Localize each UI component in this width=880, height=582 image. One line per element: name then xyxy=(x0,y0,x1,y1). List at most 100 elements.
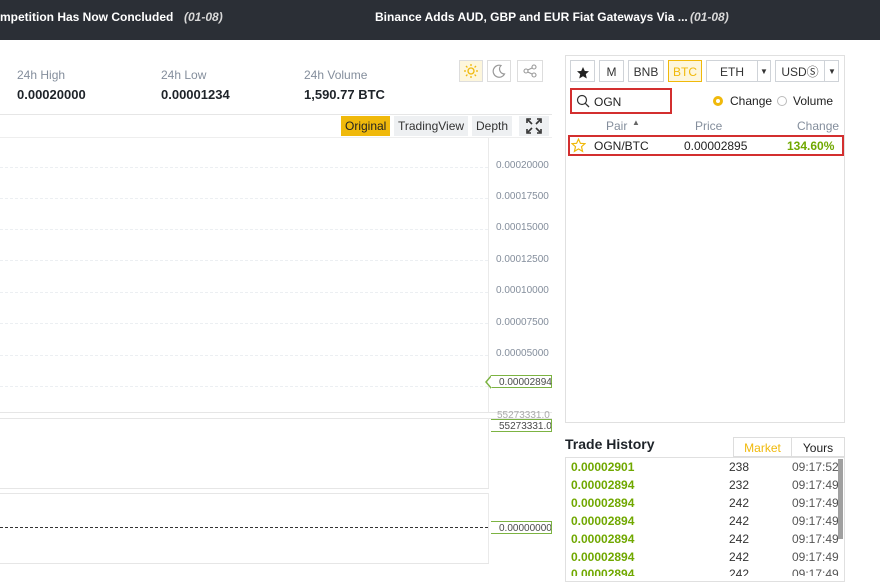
market-btc-button[interactable]: BTC xyxy=(668,60,702,82)
y-axis-label: 0.00005000 xyxy=(496,348,549,359)
indicator-pane-bottom xyxy=(0,563,489,564)
indicator-pane-top xyxy=(0,493,489,494)
trade-row: 0.00002894 242 09:17:49 xyxy=(571,550,841,568)
tab-depth[interactable]: Depth xyxy=(472,116,513,136)
grid-line xyxy=(0,260,488,261)
indicator-axis-divider xyxy=(488,493,489,563)
chart-header-divider xyxy=(0,114,552,115)
caret-down-icon: ▼ xyxy=(760,67,768,76)
trade-time: 09:17:49 xyxy=(792,496,839,510)
y-axis-label: 0.00010000 xyxy=(496,285,549,296)
indicator-price-tag: 0.00000000 xyxy=(491,521,552,534)
chart-axis-divider xyxy=(488,137,489,413)
caret-down-icon: ▼ xyxy=(828,67,836,76)
sun-icon xyxy=(464,64,478,78)
volume-pane-bottom xyxy=(0,488,489,489)
stat-low-label: 24h Low xyxy=(161,68,207,82)
y-axis-label: 0.00017500 xyxy=(496,191,549,202)
trade-price: 0.00002894 xyxy=(571,532,635,546)
trade-amount: 242 xyxy=(729,567,750,576)
trade-time: 09:17:49 xyxy=(792,514,839,528)
favorites-button[interactable] xyxy=(570,60,595,82)
dropdown-divider xyxy=(824,61,825,81)
trade-row: 0.00002894 242 09:17:49 xyxy=(571,567,841,576)
trade-row: 0.00002894 232 09:17:49 xyxy=(571,478,841,496)
volume-axis-divider xyxy=(488,418,489,488)
margin-button[interactable]: M xyxy=(599,60,624,82)
trade-row: 0.00002894 242 09:17:49 xyxy=(571,532,841,550)
trade-history-scrollbar[interactable] xyxy=(838,459,843,539)
market-eth-dropdown[interactable]: ETH ▼ xyxy=(706,60,771,82)
grid-line xyxy=(0,229,488,230)
trade-time: 09:17:49 xyxy=(792,478,839,492)
volume-price-tag: 55273331.0 xyxy=(491,419,552,432)
y-axis-label: 0.00007500 xyxy=(496,317,549,328)
trade-time: 09:17:49 xyxy=(792,550,839,564)
trade-amount: 242 xyxy=(729,532,750,546)
news-item-date: (01-08) xyxy=(690,10,729,24)
tab-original[interactable]: Original xyxy=(341,116,391,136)
sort-volume-label[interactable]: Volume xyxy=(793,94,833,108)
row-change: 134.60% xyxy=(787,139,835,153)
stat-volume-value: 1,590.77 BTC xyxy=(304,87,385,102)
tab-your-trades[interactable]: Yours xyxy=(791,437,845,457)
panel-divider xyxy=(0,412,552,413)
market-eth-label: ETH xyxy=(720,65,744,79)
market-bnb-button[interactable]: BNB xyxy=(628,60,664,82)
sort-change-radio[interactable] xyxy=(713,96,723,106)
row-price: 0.00002895 xyxy=(684,139,748,153)
sort-asc-icon: ▲ xyxy=(632,118,640,127)
market-usd-label: USDⓈ xyxy=(781,65,819,79)
grid-line xyxy=(0,323,488,324)
y-axis-label: 0.00020000 xyxy=(496,160,549,171)
grid-line xyxy=(0,167,488,168)
row-pair: OGN/BTC xyxy=(594,139,649,153)
trade-row: 0.00002894 242 09:17:49 xyxy=(571,496,841,514)
dark-theme-button[interactable] xyxy=(487,60,511,82)
share-button[interactable] xyxy=(517,60,543,82)
news-item-title[interactable]: mpetition Has Now Concluded xyxy=(0,10,173,24)
trade-amount: 238 xyxy=(729,460,750,474)
column-price-header[interactable]: Price xyxy=(695,119,722,133)
search-input-value[interactable]: OGN xyxy=(594,95,621,109)
star-icon xyxy=(576,66,589,79)
sort-change-label[interactable]: Change xyxy=(730,94,772,108)
trade-row: 0.00002894 242 09:17:49 xyxy=(571,514,841,532)
trade-history-title: Trade History xyxy=(565,436,655,452)
stat-low-value: 0.00001234 xyxy=(161,87,230,102)
indicator-zero-line xyxy=(0,527,488,528)
news-item-date: (01-08) xyxy=(184,10,223,24)
last-price-tag: 0.00002894 xyxy=(485,375,552,389)
column-change-header[interactable]: Change xyxy=(797,119,839,133)
trade-price: 0.00002894 xyxy=(571,478,635,492)
grid-line xyxy=(0,198,488,199)
share-icon xyxy=(523,64,537,78)
stat-high-label: 24h High xyxy=(17,68,66,82)
tab-tradingview[interactable]: TradingView xyxy=(394,116,469,136)
trade-amount: 232 xyxy=(729,478,750,492)
trade-time: 09:17:49 xyxy=(792,567,839,576)
trade-price: 0.00002901 xyxy=(571,460,635,474)
grid-line xyxy=(0,355,488,356)
chart-top-border xyxy=(0,137,552,138)
trade-price: 0.00002894 xyxy=(571,567,635,576)
light-theme-button[interactable] xyxy=(459,60,483,82)
trade-price: 0.00002894 xyxy=(571,550,635,564)
fullscreen-icon xyxy=(526,118,542,134)
y-axis-label: 0.00015000 xyxy=(496,222,549,233)
sort-volume-radio[interactable] xyxy=(777,96,787,106)
favorite-star-icon[interactable] xyxy=(570,137,587,156)
grid-line xyxy=(0,292,488,293)
stat-volume-label: 24h Volume xyxy=(304,68,368,82)
fullscreen-button[interactable] xyxy=(519,116,549,136)
search-icon xyxy=(576,94,590,111)
trade-amount: 242 xyxy=(729,496,750,510)
column-pair-header[interactable]: Pair xyxy=(606,119,627,133)
news-item-title[interactable]: Binance Adds AUD, GBP and EUR Fiat Gatew… xyxy=(375,10,688,24)
market-usd-dropdown[interactable]: USDⓈ ▼ xyxy=(775,60,839,82)
y-axis-label: 0.00012500 xyxy=(496,254,549,265)
trade-amount: 242 xyxy=(729,550,750,564)
trade-price: 0.00002894 xyxy=(571,496,635,510)
tab-market-trades[interactable]: Market xyxy=(733,437,792,457)
moon-icon xyxy=(492,64,506,78)
